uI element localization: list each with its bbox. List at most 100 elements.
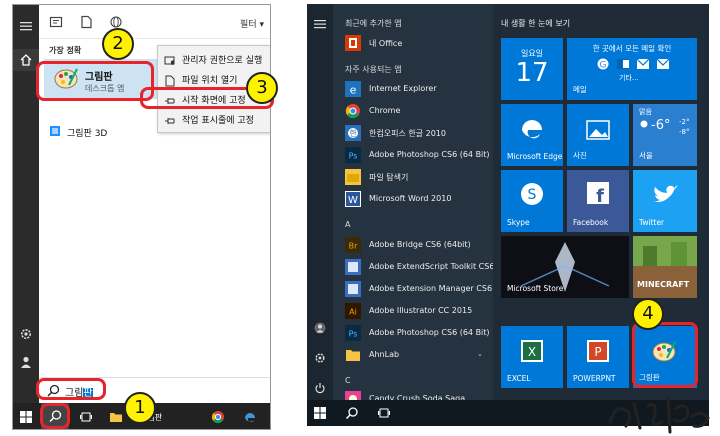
edge-icon[interactable] bbox=[243, 410, 257, 424]
illustrator-icon: Ai bbox=[345, 303, 361, 319]
internet-explorer-icon: e bbox=[345, 81, 361, 97]
excel-icon: X bbox=[521, 340, 543, 362]
svg-text:Br: Br bbox=[349, 242, 358, 251]
twitter-bird-icon bbox=[651, 184, 679, 206]
mail-envelope-icon bbox=[657, 59, 669, 69]
step-badge-3: 3 bbox=[246, 72, 278, 104]
svg-text:G: G bbox=[600, 60, 607, 70]
calendar-tile[interactable]: 일요일 17 bbox=[501, 38, 563, 100]
start-rail bbox=[13, 5, 39, 403]
settings-gear-icon[interactable] bbox=[314, 352, 326, 364]
folder-icon bbox=[345, 347, 361, 363]
word-icon: W bbox=[345, 191, 361, 207]
svg-text:S: S bbox=[528, 187, 537, 203]
app-my-office[interactable]: 내 Office bbox=[345, 34, 495, 52]
excel-tile[interactable]: X EXCEL bbox=[501, 326, 563, 388]
step-badge-4: 4 bbox=[632, 298, 664, 330]
facebook-icon: f bbox=[587, 182, 609, 204]
photos-icon bbox=[586, 120, 610, 140]
app-hancom-hangul[interactable]: 한 한컴오피스 한글 2010 bbox=[345, 124, 495, 142]
svg-text:한: 한 bbox=[349, 129, 357, 138]
skype-tile[interactable]: S Skype bbox=[501, 170, 563, 232]
section-c-header: C bbox=[345, 376, 351, 385]
step-badge-1: 1 bbox=[124, 392, 156, 424]
app-word[interactable]: W Microsoft Word 2010 bbox=[345, 190, 495, 208]
svg-text:W: W bbox=[348, 195, 358, 206]
app-file-explorer[interactable]: 파일 탐색기 bbox=[345, 168, 495, 186]
twitter-tile[interactable]: Twitter bbox=[633, 170, 697, 232]
recently-added-header: 최근에 추가한 앱 bbox=[345, 19, 402, 28]
task-view-icon[interactable] bbox=[377, 406, 391, 420]
windows-start-icon[interactable] bbox=[19, 410, 33, 424]
task-view-icon[interactable] bbox=[79, 410, 93, 424]
paint3d-result[interactable]: 그림판 3D bbox=[67, 126, 107, 139]
frequent-header: 자주 사용되는 앱 bbox=[345, 65, 402, 74]
step-badge-2: 2 bbox=[102, 28, 134, 60]
annotation-box-search-input bbox=[36, 378, 106, 400]
section-a-header: A bbox=[345, 220, 351, 229]
power-icon[interactable] bbox=[314, 382, 326, 394]
yahoo-mail-icon bbox=[637, 59, 649, 69]
app-extension-manager[interactable]: Adobe Extension Manager CS6 bbox=[345, 280, 495, 298]
chevron-down-icon[interactable]: ⌄ bbox=[477, 350, 483, 358]
start-rail bbox=[307, 4, 333, 400]
all-results-icon[interactable] bbox=[49, 15, 63, 29]
skype-icon: S bbox=[520, 182, 544, 206]
settings-gear-icon[interactable] bbox=[19, 327, 33, 341]
svg-text:X: X bbox=[528, 345, 536, 359]
minecraft-tile[interactable]: MINECRAFT bbox=[633, 236, 697, 298]
powerpoint-tile[interactable]: P POWERPNT bbox=[567, 326, 629, 388]
extension-manager-icon bbox=[345, 281, 361, 297]
weather-tile[interactable]: 맑음 -6° -2° -8° 서울 bbox=[633, 104, 697, 166]
app-adobe-bridge[interactable]: Br Adobe Bridge CS6 (64bit) bbox=[345, 236, 495, 254]
user-account-icon[interactable] bbox=[19, 355, 33, 369]
app-illustrator[interactable]: Ai Adobe Illustrator CC 2015 bbox=[345, 302, 495, 320]
svg-text:P: P bbox=[594, 345, 601, 359]
filter-dropdown[interactable]: 필터 ▾ bbox=[240, 17, 264, 30]
admin-shield-icon bbox=[164, 55, 176, 67]
app-extendscript[interactable]: Adobe ExtendScript Toolkit CS6 bbox=[345, 258, 495, 276]
app-internet-explorer[interactable]: e Internet Explorer bbox=[345, 80, 495, 98]
user-account-icon[interactable] bbox=[314, 322, 326, 334]
windows-start-icon[interactable] bbox=[313, 406, 327, 420]
mail-tile[interactable]: 한 곳에서 모든 메일 확인 G 기타... 메일 bbox=[567, 38, 697, 100]
outlook-icon bbox=[617, 59, 629, 69]
app-photoshop[interactable]: Ps Adobe Photoshop CS6 (64 Bit) bbox=[345, 146, 495, 164]
svg-text:Ps: Ps bbox=[349, 330, 358, 339]
signature-watermark bbox=[604, 388, 720, 436]
app-ahnlab[interactable]: AhnLab ⌄ bbox=[345, 346, 495, 364]
pin-icon bbox=[164, 115, 176, 127]
chrome-icon[interactable] bbox=[211, 410, 225, 424]
extendscript-icon bbox=[345, 259, 361, 275]
chrome-icon bbox=[345, 103, 361, 119]
svg-text:Ps: Ps bbox=[349, 152, 358, 161]
ctx-pin-to-taskbar[interactable]: 작업 표시줄에 고정 bbox=[162, 112, 270, 130]
app-list: 최근에 추가한 앱 내 Office 자주 사용되는 앱 e Internet … bbox=[333, 4, 495, 407]
hamburger-icon[interactable] bbox=[19, 19, 33, 33]
documents-icon[interactable] bbox=[79, 15, 93, 29]
edge-tile[interactable]: Microsoft Edge bbox=[501, 104, 563, 166]
hangul-icon: 한 bbox=[345, 125, 361, 141]
annotation-box-paint-result bbox=[36, 61, 154, 101]
taskbar-search-icon[interactable] bbox=[345, 406, 359, 420]
hamburger-icon[interactable] bbox=[314, 18, 326, 30]
paint3d-icon bbox=[49, 125, 61, 137]
powerpoint-icon: P bbox=[587, 340, 609, 362]
photoshop-icon: Ps bbox=[345, 147, 361, 163]
svg-text:Ai: Ai bbox=[349, 308, 357, 317]
annotation-box-taskbar-search bbox=[40, 403, 70, 429]
store-tile[interactable]: Microsoft Store bbox=[501, 236, 629, 298]
facebook-tile[interactable]: f Facebook bbox=[567, 170, 629, 232]
photoshop-icon: Ps bbox=[345, 325, 361, 341]
app-chrome[interactable]: Chrome bbox=[345, 102, 495, 120]
photos-tile[interactable]: 사진 bbox=[567, 104, 629, 166]
ctx-run-as-admin[interactable]: 관리자 권한으로 실행 bbox=[162, 52, 270, 70]
file-location-icon bbox=[164, 75, 176, 87]
web-globe-icon[interactable] bbox=[109, 15, 123, 29]
sun-icon bbox=[638, 118, 650, 130]
tiles-group-header: 내 생활 한 눈에 보기 bbox=[501, 19, 571, 28]
search-toolbar: 필터 ▾ bbox=[39, 5, 270, 39]
bridge-icon: Br bbox=[345, 237, 361, 253]
app-photoshop-2[interactable]: Ps Adobe Photoshop CS6 (64 Bit) bbox=[345, 324, 495, 342]
file-explorer-icon[interactable] bbox=[109, 410, 123, 424]
